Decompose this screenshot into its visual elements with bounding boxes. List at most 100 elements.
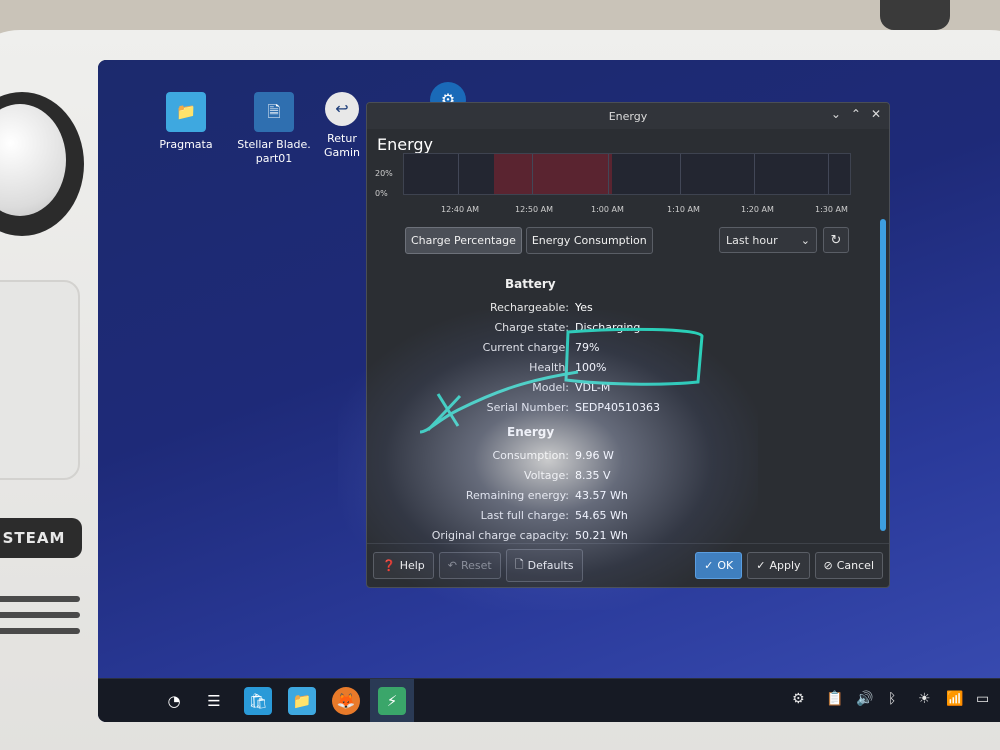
steam-tray-icon[interactable]: ⚙ — [792, 691, 805, 707]
desktop-icon-stellar-blade[interactable]: 🗎 Stellar Blade. part01 — [234, 92, 314, 166]
device-top-bracket — [880, 0, 950, 30]
graph-plot-area — [403, 153, 851, 195]
battery-row: Rechargeable: Yes — [415, 301, 593, 314]
battery-value: Discharging — [575, 321, 641, 334]
time-range-select[interactable]: Last hour ⌄ — [719, 227, 817, 253]
energy-value: 9.96 W — [575, 449, 614, 462]
window-titlebar[interactable]: Energy ⌄ ⌃ ✕ — [367, 103, 889, 129]
system-settings-icon[interactable]: ☰ — [200, 687, 228, 715]
volume-icon[interactable]: 🔊 — [856, 691, 873, 707]
ok-button[interactable]: ✓ OK — [695, 552, 743, 579]
battery-row: Health: 100% — [415, 361, 606, 374]
speaker-grille — [0, 628, 80, 634]
cancel-button[interactable]: ⊘ Cancel — [814, 552, 883, 579]
minimize-icon[interactable]: ⌄ — [831, 107, 841, 121]
tab-charge-percentage[interactable]: Charge Percentage — [405, 227, 522, 254]
left-trackpad — [0, 280, 80, 480]
desktop-icon-pragmata[interactable]: 📁 Pragmata — [146, 92, 226, 152]
battery-icon[interactable]: ▭ — [976, 691, 989, 707]
help-button[interactable]: ❓ Help — [373, 552, 434, 579]
energy-app-icon[interactable]: ⚡ — [378, 687, 406, 715]
energy-row: Original charge capacity: 50.21 Wh — [415, 529, 628, 542]
energy-row: Voltage: 8.35 V — [415, 469, 611, 482]
clipboard-icon[interactable]: 📋 — [826, 691, 843, 707]
reset-button[interactable]: ↶ Reset — [438, 552, 501, 579]
defaults-button-label: Defaults — [527, 559, 574, 572]
battery-value: SEDP40510363 — [575, 401, 661, 414]
refresh-icon: ↻ — [830, 232, 842, 248]
energy-key: Original charge capacity: — [431, 529, 569, 542]
steam-button: STEAM — [0, 518, 82, 558]
check-icon: ✓ — [756, 559, 766, 572]
energy-key: Last full charge: — [480, 509, 569, 522]
reset-button-label: Reset — [461, 559, 492, 572]
battery-key: Health: — [529, 361, 569, 374]
charge-history-graph: 20% 0% 12:40 AM 12:50 AM 1:00 AM 1:10 AM… — [375, 153, 851, 233]
desktop-icon-return-gaming[interactable]: ↩ Retur Gamin — [312, 92, 372, 160]
graph-gridline — [532, 154, 533, 194]
app-launcher-icon[interactable]: ◔ — [160, 687, 188, 715]
energy-value: 43.57 Wh — [575, 489, 628, 502]
taskbar: ◔ ☰ 🛍 📁 🦊 ⚡ ⚙ 📋 🔊 ᛒ ☀ 📶 ▭ — [98, 678, 1000, 722]
battery-value: VDL-M — [575, 381, 611, 394]
discover-store-icon[interactable]: 🛍 — [244, 687, 272, 715]
graph-x-label: 1:20 AM — [741, 205, 774, 214]
firefox-icon[interactable]: 🦊 — [332, 687, 360, 715]
graph-gridline — [458, 154, 459, 194]
energy-key: Remaining energy: — [465, 489, 569, 502]
graph-gridline — [754, 154, 755, 194]
battery-key: Rechargeable: — [489, 301, 569, 314]
graph-tabs: Charge Percentage Energy Consumption — [405, 227, 653, 254]
defaults-button[interactable]: 🗋 Defaults — [505, 549, 583, 582]
speaker-grille — [0, 596, 80, 602]
chevron-down-icon: ⌄ — [800, 233, 810, 247]
refresh-button[interactable]: ↻ — [823, 227, 849, 253]
window-title: Energy — [608, 109, 648, 123]
cancel-button-label: Cancel — [836, 559, 874, 572]
graph-gridline — [680, 154, 681, 194]
battery-row: Serial Number: SEDP40510363 — [415, 401, 660, 414]
battery-row: Charge state: Discharging — [415, 321, 640, 334]
energy-window: Energy ⌄ ⌃ ✕ Energy 20% 0% 12:40 AM 12:5… — [366, 102, 890, 588]
battery-key: Current charge: — [482, 341, 569, 354]
battery-row: Current charge: 79% — [415, 341, 600, 354]
graph-y-label: 0% — [375, 189, 388, 198]
cancel-icon: ⊘ — [823, 559, 833, 572]
dialog-button-bar: ❓ Help ↶ Reset 🗋 Defaults ✓ OK ✓ Apply ⊘ — [367, 543, 889, 587]
close-icon[interactable]: ✕ — [871, 107, 881, 121]
check-icon: ✓ — [704, 559, 714, 572]
battery-key: Serial Number: — [486, 401, 569, 414]
file-manager-icon[interactable]: 📁 — [288, 687, 316, 715]
battery-value: 79% — [575, 341, 600, 354]
battery-key: Model: — [532, 381, 569, 394]
graph-x-label: 1:00 AM — [591, 205, 624, 214]
bluetooth-icon[interactable]: ᛒ — [888, 691, 896, 707]
energy-value: 54.65 Wh — [575, 509, 628, 522]
brightness-icon[interactable]: ☀ — [918, 691, 931, 707]
graph-x-label: 12:40 AM — [441, 205, 479, 214]
window-scrollbar[interactable] — [880, 219, 886, 531]
apply-button-label: Apply — [769, 559, 801, 572]
file-icon: 🗎 — [254, 92, 294, 132]
graph-x-label: 1:10 AM — [667, 205, 700, 214]
maximize-icon[interactable]: ⌃ — [851, 107, 861, 121]
reset-icon: ↶ — [447, 559, 457, 572]
speaker-grille — [0, 612, 80, 618]
energy-key: Consumption: — [492, 449, 569, 462]
energy-key: Voltage: — [524, 469, 569, 482]
desktop-icon-label: Stellar Blade. part01 — [237, 138, 311, 165]
defaults-icon: 🗋 — [514, 558, 524, 571]
folder-icon: 📁 — [166, 92, 206, 132]
energy-value: 50.21 Wh — [575, 529, 628, 542]
apply-button[interactable]: ✓ Apply — [747, 552, 810, 579]
help-button-label: Help — [399, 559, 425, 572]
energy-value: 8.35 V — [575, 469, 611, 482]
desktop-icon-label: Retur Gamin — [323, 132, 360, 159]
time-range-value: Last hour — [726, 233, 778, 247]
help-icon: ❓ — [382, 559, 396, 572]
energy-row: Consumption: 9.96 W — [415, 449, 614, 462]
device-screen: 📁 Pragmata 🗎 Stellar Blade. part01 ↩ Ret… — [98, 60, 1000, 722]
wifi-icon[interactable]: 📶 — [946, 691, 963, 707]
tab-energy-consumption[interactable]: Energy Consumption — [525, 227, 653, 254]
graph-highlight-region — [494, 154, 612, 194]
